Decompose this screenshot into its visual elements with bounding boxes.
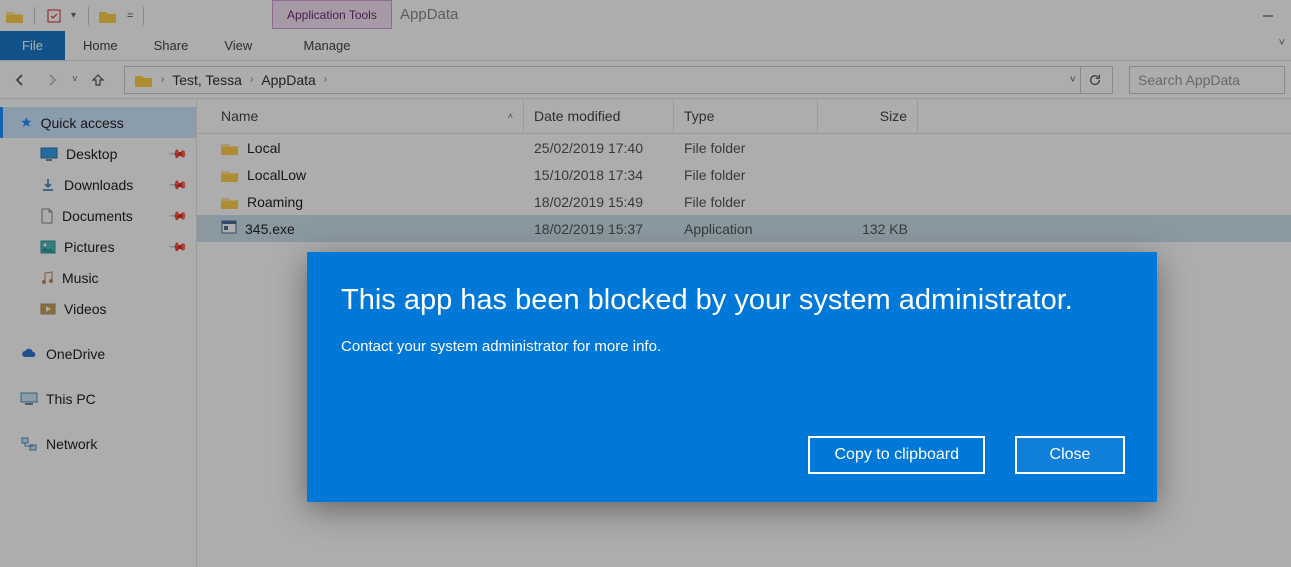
chevron-right-icon[interactable]: › — [159, 74, 166, 85]
back-button[interactable] — [6, 66, 34, 94]
sort-asc-icon: ˄ — [508, 111, 513, 121]
forward-button[interactable] — [38, 66, 66, 94]
cloud-icon — [20, 348, 38, 360]
downloads-icon — [40, 177, 56, 193]
search-input[interactable]: Search AppData — [1129, 66, 1285, 94]
file-row[interactable]: Local 25/02/2019 17:40File folder — [197, 134, 1291, 161]
nav-network[interactable]: Network — [0, 428, 196, 459]
folder-icon — [221, 195, 239, 209]
nav-documents[interactable]: Documents📌 — [0, 200, 196, 231]
window-title: AppData — [400, 6, 458, 23]
file-date: 25/02/2019 17:40 — [524, 140, 674, 156]
file-type: File folder — [674, 140, 818, 156]
videos-icon — [40, 303, 56, 315]
folder-icon — [6, 7, 24, 25]
file-row[interactable]: LocalLow 15/10/2018 17:34File folder — [197, 161, 1291, 188]
file-type: File folder — [674, 167, 818, 183]
nav-desktop[interactable]: Desktop📌 — [0, 138, 196, 169]
file-name: LocalLow — [247, 167, 306, 183]
dialog-heading: This app has been blocked by your system… — [341, 282, 1123, 320]
file-row[interactable]: 345.exe 18/02/2019 15:37Application132 KB — [197, 215, 1291, 242]
file-name: Local — [247, 140, 280, 156]
chevron-right-icon[interactable]: › — [248, 74, 255, 85]
ribbon-tabs: File Home Share View Manage ˅ — [0, 31, 1291, 61]
tab-share[interactable]: Share — [136, 31, 207, 60]
tab-manage[interactable]: Manage — [272, 31, 382, 58]
breadcrumb-root-icon[interactable] — [129, 73, 159, 87]
pictures-icon — [40, 240, 56, 254]
pc-icon — [20, 392, 38, 406]
music-icon — [40, 270, 54, 286]
qat-dropdown-icon[interactable]: ▾ — [69, 10, 78, 21]
file-type: File folder — [674, 194, 818, 210]
blocked-app-dialog: This app has been blocked by your system… — [307, 252, 1157, 502]
address-dropdown-icon[interactable]: ˅ — [1070, 74, 1080, 86]
column-size[interactable]: Size — [818, 99, 918, 133]
nav-pictures[interactable]: Pictures📌 — [0, 231, 196, 262]
desktop-icon — [40, 147, 58, 161]
pin-icon: 📌 — [168, 205, 188, 225]
column-type[interactable]: Type — [674, 99, 818, 133]
column-date-modified[interactable]: Date modified — [524, 99, 674, 133]
pin-icon: 📌 — [168, 174, 188, 194]
tab-home[interactable]: Home — [65, 31, 136, 60]
ribbon-expand-icon[interactable]: ˅ — [1279, 37, 1285, 49]
contextual-tab-application-tools[interactable]: Application Tools — [272, 0, 392, 29]
chevron-right-icon[interactable]: › — [322, 74, 329, 85]
pin-icon: 📌 — [168, 236, 188, 256]
breadcrumb-segment[interactable]: Test, Tessa — [166, 72, 248, 88]
breadcrumb[interactable]: › Test, Tessa › AppData › ˅ — [124, 66, 1113, 94]
column-headers: Name˄ Date modified Type Size — [197, 99, 1291, 134]
file-date: 18/02/2019 15:37 — [524, 221, 674, 237]
nav-downloads[interactable]: Downloads📌 — [0, 169, 196, 200]
file-type: Application — [674, 221, 818, 237]
folder-icon — [221, 141, 239, 155]
file-name: 345.exe — [245, 221, 295, 237]
application-icon — [221, 219, 237, 238]
tab-file[interactable]: File — [0, 31, 65, 60]
star-icon: ★ — [20, 114, 33, 131]
properties-icon[interactable] — [45, 7, 63, 25]
documents-icon — [40, 208, 54, 224]
file-name: Roaming — [247, 194, 303, 210]
nav-music[interactable]: Music — [0, 262, 196, 293]
pin-icon: 📌 — [168, 143, 188, 163]
title-qat-equals: = — [123, 10, 133, 22]
copy-to-clipboard-button[interactable]: Copy to clipboard — [808, 436, 985, 474]
new-folder-icon[interactable] — [99, 7, 117, 25]
nav-videos[interactable]: Videos — [0, 293, 196, 324]
file-row[interactable]: Roaming 18/02/2019 15:49File folder — [197, 188, 1291, 215]
dialog-body: Contact your system administrator for mo… — [341, 338, 1123, 355]
file-date: 15/10/2018 17:34 — [524, 167, 674, 183]
tab-view[interactable]: View — [206, 31, 270, 60]
history-dropdown-icon[interactable]: ˅ — [70, 74, 80, 85]
minimize-button[interactable] — [1245, 0, 1291, 31]
refresh-button[interactable] — [1080, 66, 1108, 94]
nav-quick-access[interactable]: ★ Quick access — [0, 107, 196, 138]
nav-this-pc[interactable]: This PC — [0, 383, 196, 414]
file-date: 18/02/2019 15:49 — [524, 194, 674, 210]
folder-icon — [221, 168, 239, 182]
title-bar: ▾ = Application Tools AppData — [0, 0, 1291, 31]
file-size: 132 KB — [818, 221, 918, 237]
nav-onedrive[interactable]: OneDrive — [0, 338, 196, 369]
up-button[interactable] — [84, 66, 112, 94]
column-name[interactable]: Name˄ — [197, 99, 524, 133]
breadcrumb-segment[interactable]: AppData — [255, 72, 321, 88]
quick-access-toolbar: ▾ = — [0, 7, 154, 25]
close-button[interactable]: Close — [1015, 436, 1125, 474]
network-icon — [20, 437, 38, 451]
address-bar-row: ˅ › Test, Tessa › AppData › ˅ Search App… — [0, 61, 1291, 99]
navigation-pane: ★ Quick access Desktop📌 Downloads📌 Docum… — [0, 99, 197, 567]
